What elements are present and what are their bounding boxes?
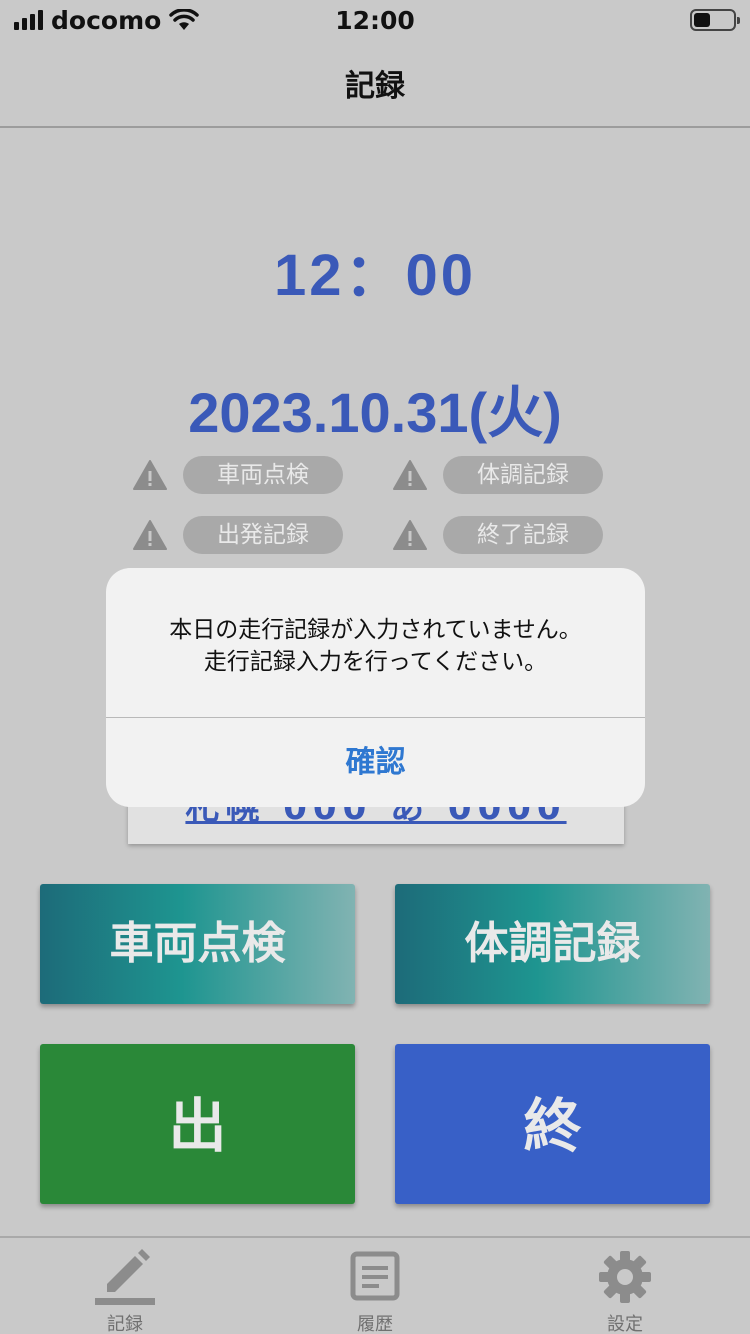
tab-bar: 記録 履歴 設定	[0, 1236, 750, 1334]
finish-button[interactable]: 終了	[395, 1044, 710, 1324]
checklist-item-finish: 終了記録	[393, 516, 603, 554]
status-time: 12:00	[335, 6, 415, 35]
status-bar: docomo 12:00	[0, 0, 750, 40]
checklist-item-health: 体調記録	[393, 456, 603, 494]
warning-icon	[133, 520, 167, 550]
battery-icon	[690, 9, 740, 31]
alert-message-line: 走行記録入力を行ってください。	[203, 649, 548, 675]
health-record-button[interactable]: 体調記録	[395, 884, 710, 1004]
status-chip: 出発記録	[183, 516, 343, 554]
document-icon	[350, 1251, 400, 1301]
tab-label: 記録	[107, 1314, 143, 1334]
alert-message-line: 本日の走行記録が入力されていません。	[169, 617, 582, 643]
warning-icon	[133, 460, 167, 490]
alert-message: 本日の走行記録が入力されていません。 走行記録入力を行ってください。	[106, 614, 645, 678]
tab-settings[interactable]: 設定	[550, 1246, 700, 1334]
tab-history[interactable]: 履歴	[300, 1246, 450, 1334]
warning-icon	[393, 460, 427, 490]
current-date: 2023.10.31(火)	[188, 381, 562, 444]
status-chip: 体調記録	[443, 456, 603, 494]
checklist-item-inspection: 車両点検	[133, 456, 343, 494]
button-label: 体調記録	[464, 918, 641, 969]
confirm-button[interactable]: 確認	[106, 718, 645, 807]
navigation-bar: 記録	[0, 40, 750, 128]
tab-label: 設定	[607, 1314, 643, 1334]
warning-icon	[393, 520, 427, 550]
vehicle-inspection-button[interactable]: 車両点検	[40, 884, 355, 1004]
pencil-icon	[95, 1249, 155, 1305]
checklist-item-depart: 出発記録	[133, 516, 343, 554]
gear-icon	[599, 1251, 651, 1303]
depart-button[interactable]: 出発	[40, 1044, 355, 1324]
status-chip: 車両点検	[183, 456, 343, 494]
tab-label: 履歴	[357, 1314, 393, 1334]
current-time: 12：00	[273, 243, 477, 308]
tab-record[interactable]: 記録	[50, 1246, 200, 1334]
status-chip: 終了記録	[443, 516, 603, 554]
button-label: 車両点検	[109, 918, 286, 969]
page-title: 記録	[345, 69, 405, 104]
alert-dialog: 本日の走行記録が入力されていません。 走行記録入力を行ってください。 確認	[106, 568, 645, 807]
